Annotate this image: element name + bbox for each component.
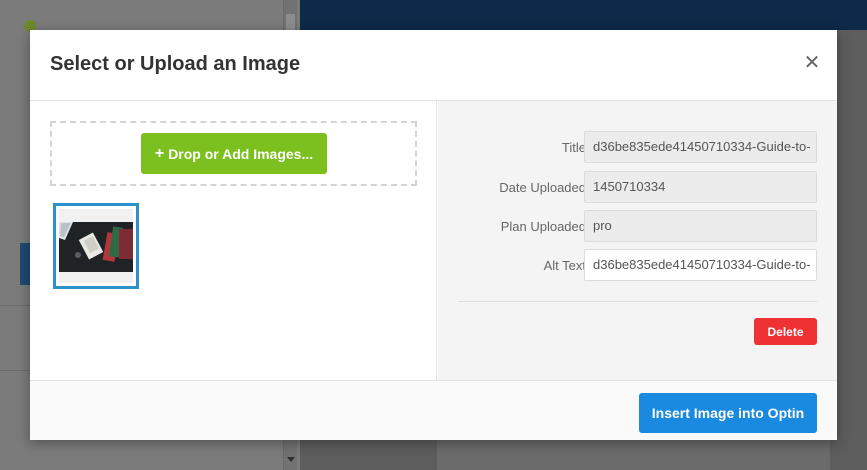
image-thumbnail: [59, 209, 133, 283]
close-icon[interactable]: ✕: [803, 52, 821, 74]
plan-uploaded-field: pro: [584, 210, 817, 242]
detail-row-plan: Plan Uploaded pro: [438, 210, 837, 242]
background-topbar: [0, 0, 300, 30]
image-dropzone[interactable]: + Drop or Add Images...: [50, 121, 417, 186]
image-thumbnail-selected[interactable]: [53, 203, 139, 289]
image-select-modal: Select or Upload an Image ✕ + Drop or Ad…: [30, 30, 837, 440]
plan-uploaded-label: Plan Uploaded: [500, 219, 586, 234]
delete-button[interactable]: Delete: [754, 318, 817, 345]
modal-header: Select or Upload an Image ✕: [30, 30, 837, 101]
date-uploaded-field: 1450710334: [584, 171, 817, 203]
insert-image-button[interactable]: Insert Image into Optin: [639, 393, 817, 433]
scroll-down-icon: [287, 457, 295, 462]
image-gallery-pane: + Drop or Add Images...: [30, 101, 437, 380]
modal-body: + Drop or Add Images... Title d36be835ed…: [30, 101, 837, 380]
detail-row-date: Date Uploaded 1450710334: [438, 171, 837, 203]
alt-text-input[interactable]: d36be835ede41450710334-Guide-to-: [584, 249, 817, 281]
alt-text-label: Alt Text: [543, 258, 586, 273]
plus-icon: +: [154, 144, 165, 162]
title-field: d36be835ede41450710334-Guide-to-: [584, 131, 817, 163]
details-divider: [458, 301, 817, 302]
image-details-pane: Title d36be835ede41450710334-Guide-to- D…: [438, 101, 837, 380]
add-images-label: Drop or Add Images...: [168, 145, 314, 162]
date-uploaded-label: Date Uploaded: [499, 180, 586, 195]
title-label: Title: [561, 140, 586, 155]
modal-footer: Insert Image into Optin: [30, 380, 837, 440]
detail-row-title: Title d36be835ede41450710334-Guide-to-: [438, 131, 837, 163]
background-header: [300, 0, 867, 30]
detail-row-alt: Alt Text d36be835ede41450710334-Guide-to…: [438, 249, 837, 281]
add-images-button[interactable]: + Drop or Add Images...: [141, 133, 327, 174]
background-card: [437, 440, 830, 470]
modal-title: Select or Upload an Image: [50, 53, 301, 75]
thumbnail-picture: [59, 209, 133, 283]
